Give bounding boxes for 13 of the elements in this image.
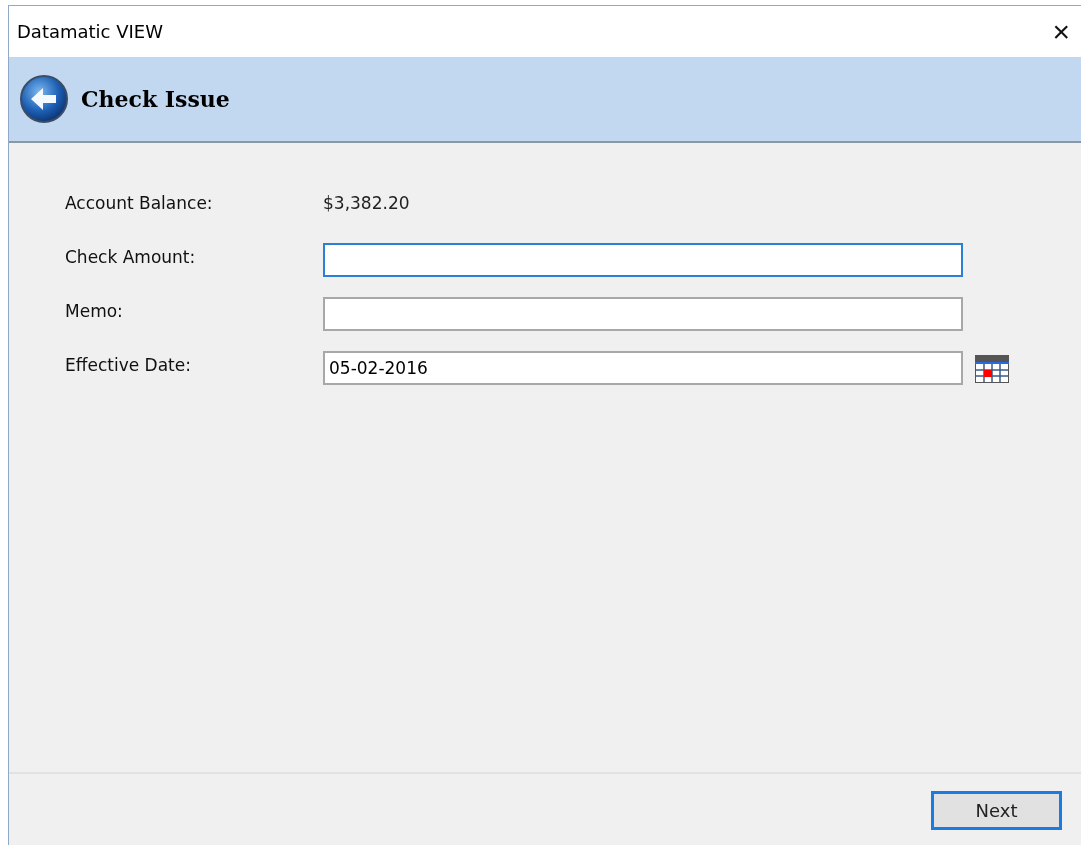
page-title: Check Issue <box>81 86 230 112</box>
date-field[interactable]: 05-02-2016 <box>323 351 963 385</box>
balance-value: $3,382.20 <box>323 192 410 213</box>
input-field[interactable] <box>323 243 963 277</box>
field-label: Account Balance: <box>65 192 214 213</box>
input-field[interactable] <box>323 297 963 331</box>
field-label: Effective Date: <box>65 354 192 375</box>
field-label: Memo: <box>65 300 124 321</box>
close-button[interactable]: × <box>1048 14 1074 49</box>
calendar-icon[interactable] <box>975 355 1009 383</box>
window-title: Datamatic VIEW <box>17 21 163 42</box>
next-button[interactable]: Next <box>931 790 1062 830</box>
field-label: Check Amount: <box>65 246 197 267</box>
